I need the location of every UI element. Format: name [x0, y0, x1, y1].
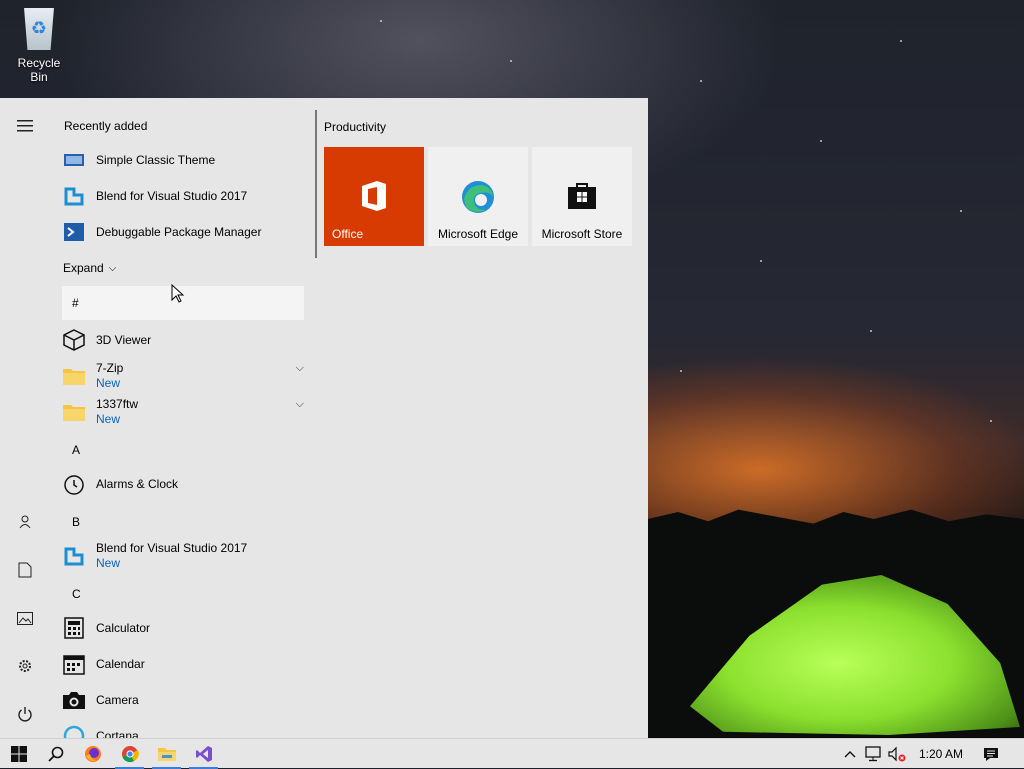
volume-button[interactable] — [886, 739, 908, 769]
expand-button[interactable]: Expand ⌵ — [62, 252, 142, 284]
app-label: Alarms & Clock — [96, 476, 179, 491]
list-item-camera[interactable]: Camera — [62, 684, 304, 716]
app-label: Calendar — [96, 656, 145, 671]
tile-microsoft-edge[interactable]: Microsoft Edge — [428, 147, 528, 246]
cortana-icon — [62, 724, 86, 738]
list-item-alarms-clock[interactable]: Alarms & Clock — [62, 468, 304, 500]
app-label: Blend for Visual Studio 2017 — [96, 188, 248, 203]
list-item-3d-viewer[interactable]: 3D Viewer — [62, 324, 304, 356]
search-icon — [47, 746, 63, 762]
chevron-down-icon: ⌵ — [108, 262, 117, 274]
network-button[interactable] — [862, 739, 884, 769]
chevron-up-icon — [844, 751, 856, 758]
app-label: 3D Viewer — [96, 332, 152, 347]
tile-label: Office — [332, 227, 364, 241]
office-icon — [324, 179, 424, 215]
folder-icon — [62, 400, 86, 424]
visual-studio-button[interactable] — [185, 739, 222, 769]
action-center-icon — [984, 747, 998, 761]
power-icon[interactable] — [0, 692, 50, 736]
letter-header-b[interactable]: B — [72, 515, 80, 529]
gear-icon[interactable] — [0, 644, 50, 688]
tile-microsoft-store[interactable]: Microsoft Store — [532, 147, 632, 246]
clock-icon — [62, 472, 86, 496]
app-label: 1337ftw — [96, 397, 139, 411]
blend-icon — [62, 184, 86, 208]
new-badge: New — [96, 556, 121, 570]
app-label: Debuggable Package Manager — [96, 224, 262, 239]
powershell-icon — [62, 220, 86, 244]
letter-header-c[interactable]: C — [72, 587, 81, 601]
calendar-icon — [62, 652, 86, 676]
blend-icon — [62, 544, 86, 568]
recycle-bin-label: Recycle Bin — [17, 56, 61, 84]
app-label: 7-Zip — [96, 361, 124, 375]
taskbar-clock[interactable]: 1:20 AM — [910, 739, 972, 769]
new-badge: New — [96, 412, 121, 426]
recycle-bin-icon — [24, 8, 54, 50]
list-item-calendar[interactable]: Calendar — [62, 648, 304, 680]
list-item-calculator[interactable]: Calculator — [62, 612, 304, 644]
app-label: Blend for Visual Studio 2017 — [96, 541, 248, 555]
expand-label: Expand — [63, 260, 104, 275]
calculator-icon — [62, 616, 86, 640]
volume-muted-icon — [888, 746, 906, 762]
edge-icon — [428, 179, 528, 215]
app-list: Recently added Simple Classic Theme Blen… — [50, 98, 312, 738]
list-item-blend-b[interactable]: Blend for Visual Studio 2017 New — [62, 538, 304, 574]
chrome-button[interactable] — [111, 739, 148, 769]
app-label: Camera — [96, 692, 139, 707]
file-explorer-button[interactable] — [148, 739, 185, 769]
hamburger-icon[interactable] — [0, 104, 50, 148]
start-left-rail — [0, 98, 50, 738]
list-item-cortana[interactable]: Cortana — [62, 720, 304, 738]
list-item-simple-classic-theme[interactable]: Simple Classic Theme — [62, 144, 304, 176]
recently-added-heading: Recently added — [64, 119, 148, 133]
list-item-debuggable-package-manager[interactable]: Debuggable Package Manager — [62, 216, 304, 248]
user-icon[interactable] — [0, 500, 50, 544]
letter-header-a[interactable]: A — [72, 443, 80, 457]
document-icon[interactable] — [0, 548, 50, 592]
folder-icon — [62, 364, 86, 388]
tile-label: Microsoft Store — [541, 227, 623, 241]
chevron-down-icon[interactable]: ⌵ — [296, 362, 304, 375]
letter-label: # — [72, 296, 79, 310]
classic-theme-icon — [62, 148, 86, 172]
tile-label: Microsoft Edge — [437, 227, 519, 241]
firefox-button[interactable] — [74, 739, 111, 769]
pictures-icon[interactable] — [0, 596, 50, 640]
visual-studio-icon — [195, 746, 212, 762]
chevron-down-icon[interactable]: ⌵ — [296, 398, 304, 411]
app-label: Calculator — [96, 620, 151, 635]
list-item-blend[interactable]: Blend for Visual Studio 2017 — [62, 180, 304, 212]
camera-icon — [62, 688, 86, 712]
action-center-button[interactable] — [978, 739, 1004, 769]
mouse-cursor-icon — [171, 284, 185, 303]
new-badge: New — [96, 376, 121, 390]
tile-office[interactable]: Office — [324, 147, 424, 246]
folder-icon — [157, 748, 176, 761]
app-label: Simple Classic Theme — [96, 152, 216, 167]
start-button[interactable] — [0, 739, 37, 769]
firefox-icon — [84, 746, 101, 762]
windows-logo-icon — [10, 746, 27, 762]
pane-divider — [315, 110, 317, 258]
start-menu: Recently added Simple Classic Theme Blen… — [0, 98, 648, 738]
store-icon — [532, 179, 632, 215]
taskbar: 1:20 AM — [0, 738, 1024, 769]
show-hidden-icons-button[interactable] — [840, 739, 860, 769]
cube-icon — [62, 328, 86, 352]
chrome-icon — [121, 746, 139, 763]
list-item-1337ftw[interactable]: 1337ftw New ⌵ — [62, 394, 304, 430]
network-icon — [865, 746, 881, 762]
recycle-bin-desktop-icon[interactable]: Recycle Bin — [8, 8, 70, 84]
list-item-7zip[interactable]: 7-Zip New ⌵ — [62, 358, 304, 394]
search-button[interactable] — [37, 739, 74, 769]
app-label: Cortana — [96, 728, 139, 739]
tile-group-title[interactable]: Productivity — [324, 120, 386, 134]
